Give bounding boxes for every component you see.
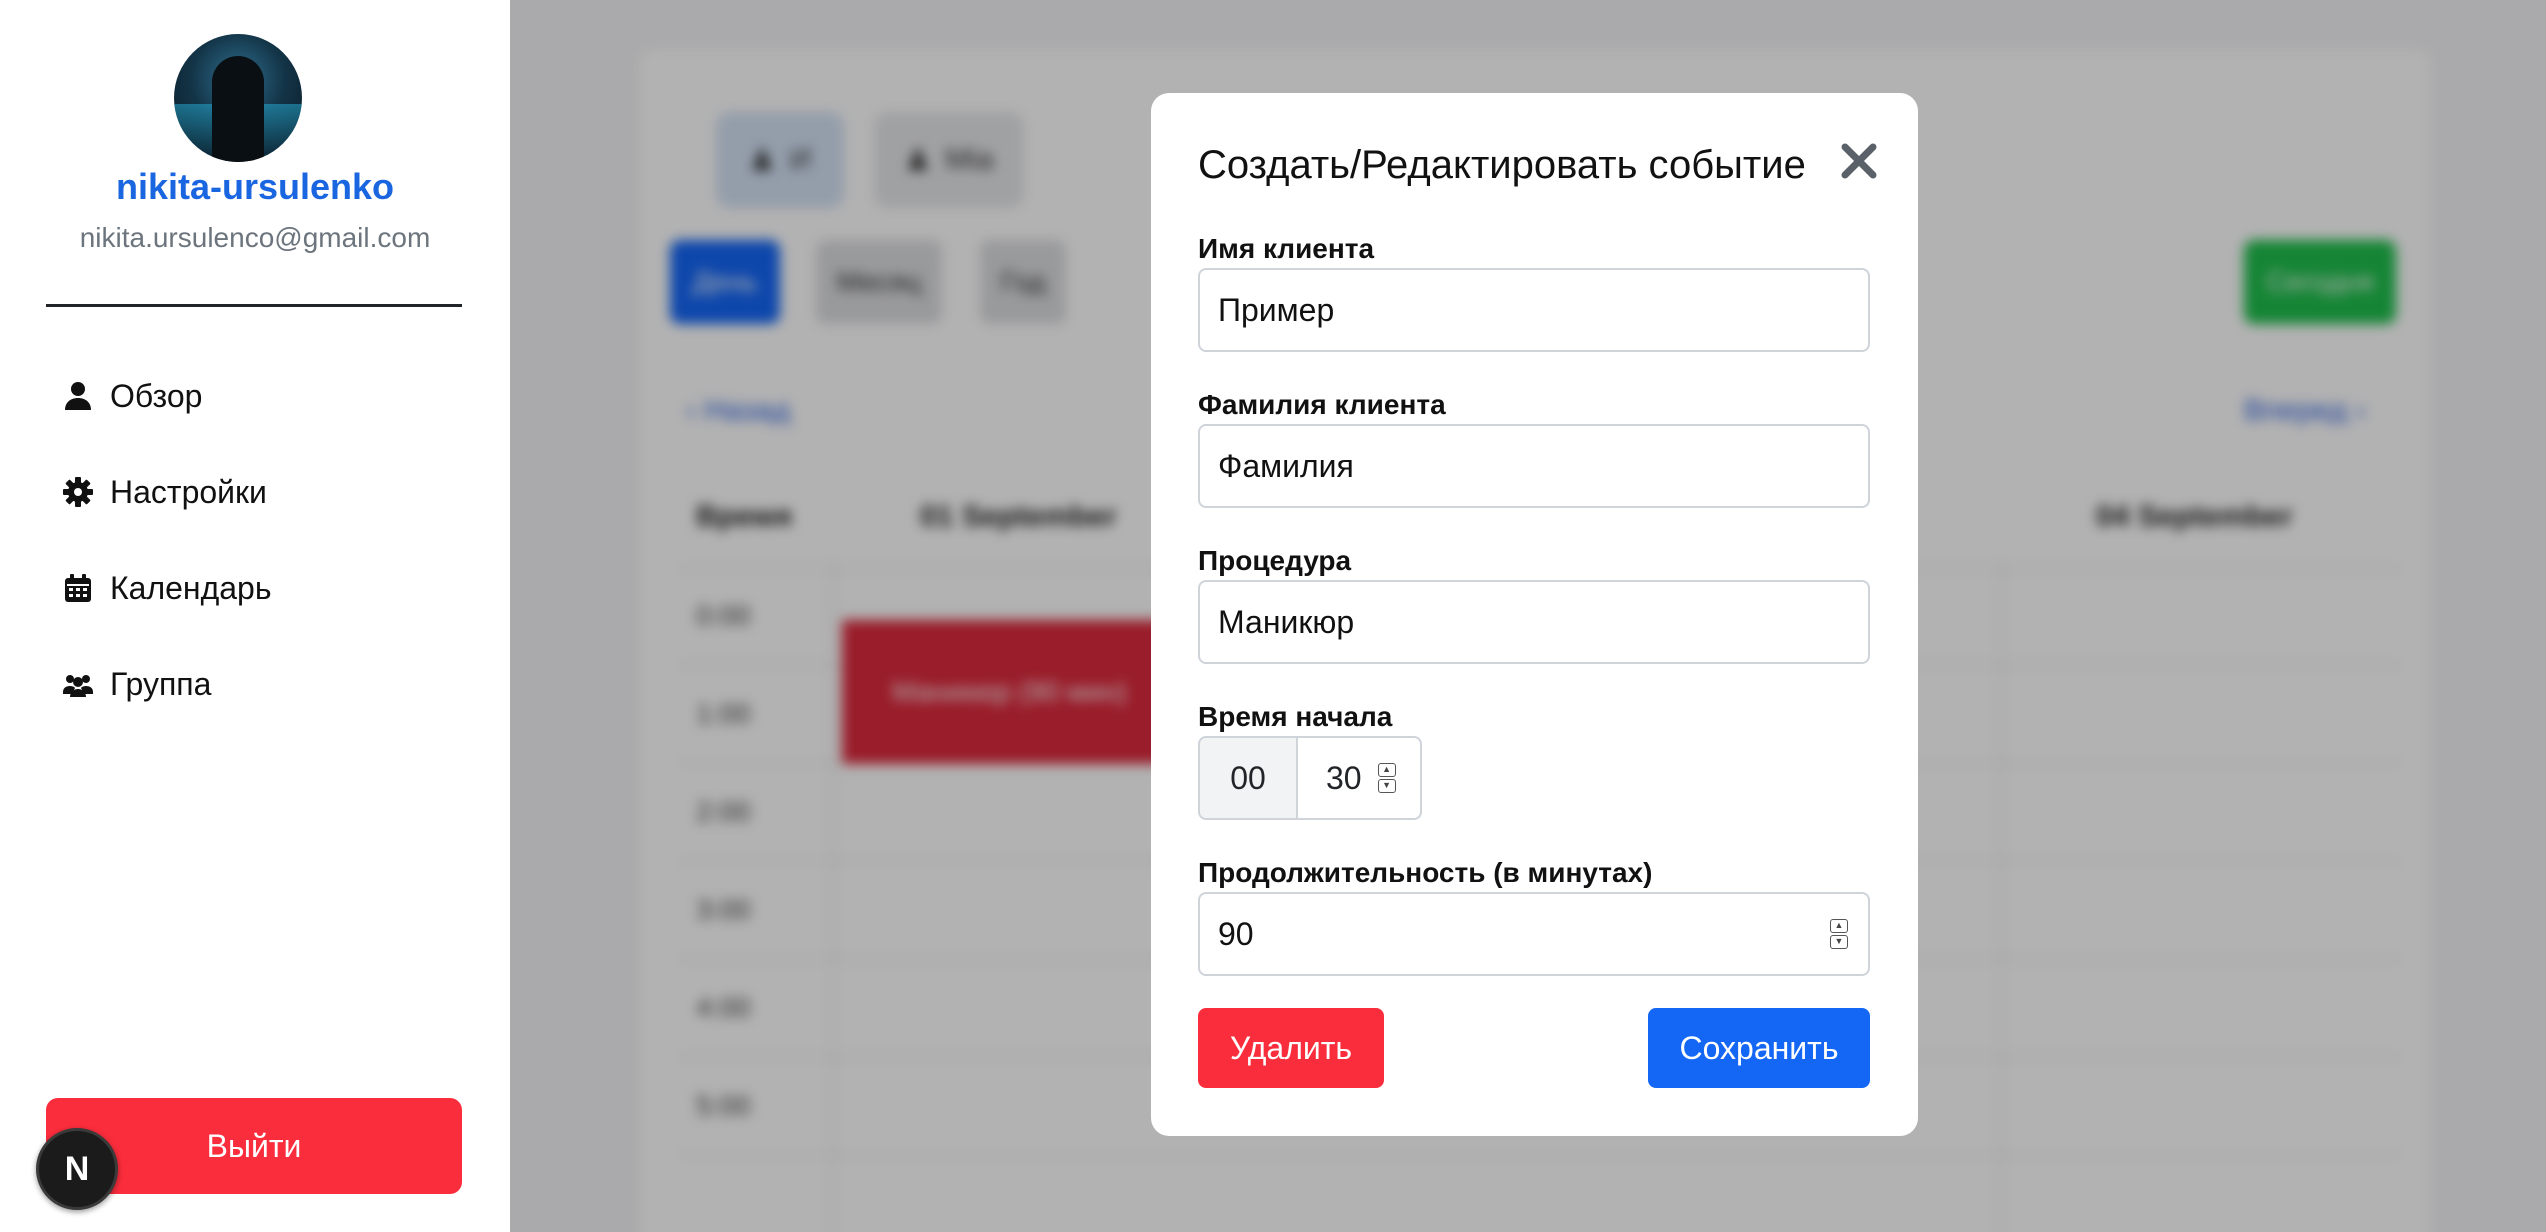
procedure-label: Процедура <box>1198 545 1352 576</box>
sidebar-item-settings[interactable]: Настройки <box>62 467 267 517</box>
stepper-up-icon[interactable]: ▲ <box>1377 763 1396 777</box>
user-icon <box>65 382 91 410</box>
avatar[interactable] <box>174 34 302 162</box>
duration-stepper[interactable]: ▲ ▼ <box>1830 919 1848 949</box>
profile-email: nikita.ursulenco@gmail.com <box>79 222 431 253</box>
nextjs-dev-badge[interactable]: N <box>36 1128 118 1210</box>
gear-icon <box>63 477 93 507</box>
calendar-icon <box>65 574 91 602</box>
save-button[interactable]: Сохранить <box>1648 1008 1870 1088</box>
users-gear-icon <box>63 675 93 697</box>
first-name-input[interactable] <box>1198 268 1870 352</box>
minute-stepper[interactable]: ▲ ▼ <box>1377 763 1396 793</box>
modal-title: Создать/Редактировать событие <box>1198 143 1806 187</box>
event-modal: Создать/Редактировать событие Имя клиент… <box>1151 93 1918 1136</box>
procedure-input[interactable] <box>1198 580 1870 664</box>
close-icon[interactable] <box>1831 133 1887 189</box>
sidebar-item-label: Группа <box>110 665 212 702</box>
first-name-label: Имя клиента <box>1198 233 1375 264</box>
last-name-label: Фамилия клиента <box>1198 389 1446 420</box>
sidebar-item-calendar[interactable]: Календарь <box>62 563 272 613</box>
duration-label: Продолжительность (в минутах) <box>1198 857 1653 888</box>
duration-field: ▲ ▼ <box>1198 892 1870 976</box>
delete-button[interactable]: Удалить <box>1198 1008 1384 1088</box>
sidebar-item-group[interactable]: Группа <box>62 659 211 709</box>
start-minute-value: 30 <box>1326 759 1362 796</box>
sidebar-item-overview[interactable]: Обзор <box>62 371 202 421</box>
start-minute-field[interactable]: 30 ▲ ▼ <box>1296 736 1422 820</box>
sidebar-item-label: Настройки <box>110 473 267 510</box>
stepper-up-icon[interactable]: ▲ <box>1830 919 1848 933</box>
start-time-label: Время начала <box>1198 701 1393 732</box>
sidebar-divider <box>46 304 462 307</box>
last-name-input[interactable] <box>1198 424 1870 508</box>
sidebar-item-label: Календарь <box>110 569 272 606</box>
sidebar: nikita-ursulenko nikita.ursulenco@gmail.… <box>0 0 510 1232</box>
start-time-group: 00 30 ▲ ▼ <box>1198 736 1422 820</box>
profile-username[interactable]: nikita-ursulenko <box>0 166 510 208</box>
sidebar-item-label: Обзор <box>110 377 203 414</box>
start-hour-field[interactable]: 00 <box>1198 736 1296 820</box>
duration-input[interactable] <box>1198 892 1870 976</box>
stepper-down-icon[interactable]: ▼ <box>1830 935 1848 949</box>
stepper-down-icon[interactable]: ▼ <box>1377 779 1396 793</box>
